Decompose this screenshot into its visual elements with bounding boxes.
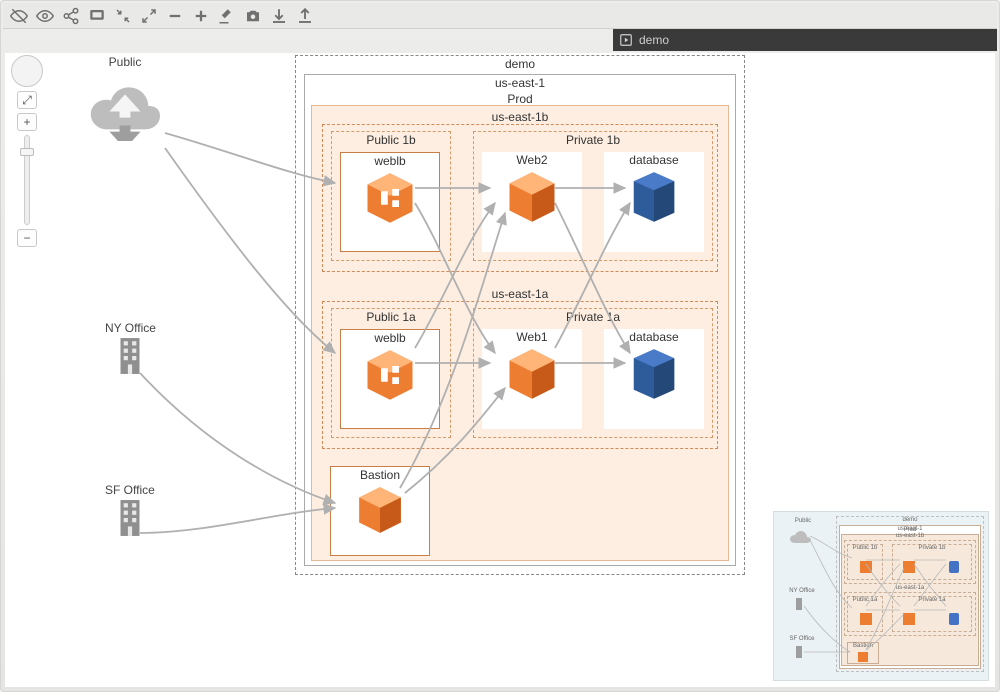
rds-icon xyxy=(949,613,959,625)
elb-icon xyxy=(363,348,417,402)
group-env[interactable]: Prod us-east-1b Public 1b weblb P xyxy=(311,105,729,561)
gavel-icon[interactable] xyxy=(217,6,237,26)
group-title: us-east-1b xyxy=(323,109,717,125)
subnet-title: Public 1b xyxy=(332,132,450,148)
ec2-icon xyxy=(903,613,915,625)
zoom-in-button[interactable]: + xyxy=(17,113,37,131)
presentation-icon[interactable] xyxy=(87,6,107,26)
node-label: weblb xyxy=(341,153,439,169)
node-label: Bastion xyxy=(331,467,429,483)
minus-icon[interactable] xyxy=(165,6,185,26)
project-tab[interactable]: demo xyxy=(613,29,997,51)
group-az-1a[interactable]: us-east-1a Public 1a weblb Private 1a xyxy=(322,301,718,449)
plus-icon[interactable] xyxy=(191,6,211,26)
subnet-private-1a[interactable]: Private 1a Web1 database xyxy=(473,308,713,438)
node-sf-office[interactable]: SF Office xyxy=(105,483,155,540)
zoom-out-button[interactable]: − xyxy=(17,229,37,247)
zoom-fit-button[interactable]: ⤢ xyxy=(17,91,37,109)
node-label: SF Office xyxy=(105,483,155,497)
elb-icon xyxy=(860,613,872,625)
camera-icon[interactable] xyxy=(243,6,263,26)
building-icon xyxy=(119,499,141,537)
share-icon[interactable] xyxy=(61,6,81,26)
expand-icon[interactable] xyxy=(139,6,159,26)
project-tab-label: demo xyxy=(639,33,669,47)
building-icon xyxy=(119,337,141,375)
subnet-public-1a[interactable]: Public 1a weblb xyxy=(331,308,451,438)
ec2-icon xyxy=(355,485,405,535)
node-web1[interactable]: Web1 xyxy=(482,329,582,429)
node-label: Web2 xyxy=(482,152,582,168)
ec2-icon xyxy=(505,347,559,401)
ec2-icon xyxy=(903,561,915,573)
group-title: us-east-1 xyxy=(305,75,735,91)
visibility-off-icon[interactable] xyxy=(9,6,29,26)
zoom-slider[interactable] xyxy=(24,135,30,225)
mm-label: SF Office xyxy=(782,636,822,642)
mm-label: NY Office xyxy=(782,588,822,594)
group-title: us-east-1a xyxy=(323,286,717,302)
subnet-title: Private 1a xyxy=(474,309,712,325)
node-label: weblb xyxy=(341,330,439,346)
node-weblb-1b[interactable]: weblb xyxy=(340,152,440,252)
node-label: NY Office xyxy=(105,321,156,335)
elb-icon xyxy=(363,171,417,225)
group-title: Prod xyxy=(312,91,728,107)
toolbar xyxy=(3,3,997,29)
group-title: demo xyxy=(296,56,744,72)
node-database-1b[interactable]: database xyxy=(604,152,704,252)
node-bastion[interactable]: Bastion xyxy=(330,466,430,556)
node-web2[interactable]: Web2 xyxy=(482,152,582,252)
node-label: database xyxy=(604,152,704,168)
play-box-icon xyxy=(619,33,633,47)
subnet-private-1b[interactable]: Private 1b Web2 database xyxy=(473,131,713,261)
minimap[interactable]: Public NY Office SF Office demo us-east-… xyxy=(773,511,989,681)
zoom-controls: ⤢ + − xyxy=(17,91,37,251)
cloud-icon xyxy=(788,526,812,546)
subnet-title: Private 1b xyxy=(474,132,712,148)
diagram-canvas[interactable]: ⤢ + − Public NY Office SF Office xyxy=(5,53,995,687)
upload-icon[interactable] xyxy=(295,6,315,26)
ec2-icon xyxy=(505,170,559,224)
subnet-public-1b[interactable]: Public 1b weblb xyxy=(331,131,451,261)
building-icon xyxy=(796,598,802,610)
ec2-icon xyxy=(858,652,868,662)
node-public[interactable]: Public xyxy=(85,55,165,144)
visibility-icon[interactable] xyxy=(35,6,55,26)
node-database-1a[interactable]: database xyxy=(604,329,704,429)
elb-icon xyxy=(860,561,872,573)
group-demo[interactable]: demo us-east-1 Prod us-east-1b Public 1b… xyxy=(295,55,745,575)
rds-icon xyxy=(629,347,679,401)
node-label: database xyxy=(604,329,704,345)
cloud-upload-icon xyxy=(85,71,165,141)
rds-icon xyxy=(629,170,679,224)
group-az-1b[interactable]: us-east-1b Public 1b weblb Private 1b xyxy=(322,124,718,272)
mm-label: Public xyxy=(788,518,818,524)
collapse-icon[interactable] xyxy=(113,6,133,26)
zoom-handle[interactable] xyxy=(20,148,34,156)
node-ny-office[interactable]: NY Office xyxy=(105,321,156,378)
rds-icon xyxy=(949,561,959,573)
group-region[interactable]: us-east-1 Prod us-east-1b Public 1b webl… xyxy=(304,74,736,566)
node-weblb-1a[interactable]: weblb xyxy=(340,329,440,429)
building-icon xyxy=(796,646,802,658)
download-icon[interactable] xyxy=(269,6,289,26)
subnet-title: Public 1a xyxy=(332,309,450,325)
node-label: Web1 xyxy=(482,329,582,345)
pan-wheel[interactable] xyxy=(11,55,43,87)
node-label: Public xyxy=(85,55,165,69)
